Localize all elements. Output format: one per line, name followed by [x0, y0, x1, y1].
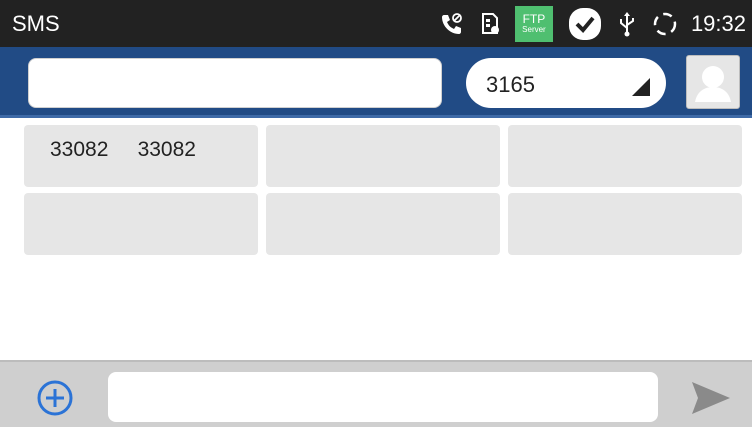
call-forward-icon	[439, 11, 465, 37]
status-bar: SMS FTP Server 19:32	[0, 0, 752, 47]
send-icon	[692, 382, 730, 414]
status-time: 19:32	[690, 10, 746, 36]
account-select[interactable]: 3165	[466, 58, 666, 108]
suggestion-cell[interactable]	[24, 193, 258, 255]
status-icons: FTP Server 19:32	[425, 0, 746, 47]
suggestion-cell[interactable]	[266, 193, 500, 255]
suggestion-text: 33082 33082	[50, 138, 196, 161]
compose-bar	[0, 360, 752, 427]
sim-card-icon	[479, 11, 501, 37]
contact-icon	[695, 66, 731, 102]
send-button[interactable]	[690, 378, 732, 418]
status-title: SMS	[12, 11, 60, 36]
ftp-label: FTP	[522, 12, 546, 26]
contact-picker-button[interactable]	[686, 55, 740, 109]
recipient-input[interactable]	[28, 58, 442, 108]
usb-icon	[617, 10, 637, 38]
add-circle-icon	[37, 380, 73, 416]
sync-icon	[651, 10, 679, 38]
suggestion-cell[interactable]	[508, 125, 742, 187]
recipient-toolbar: 3165	[0, 47, 752, 118]
suggestion-cell[interactable]: 33082 33082	[24, 125, 258, 187]
message-input[interactable]	[108, 372, 658, 422]
ftp-sub-label: Server	[522, 25, 546, 34]
check-icon	[567, 6, 603, 42]
ftp-server-icon: FTP Server	[514, 5, 553, 42]
suggestion-cell[interactable]	[508, 193, 742, 255]
add-attachment-button[interactable]	[36, 379, 74, 417]
suggestion-cell[interactable]	[266, 125, 500, 187]
account-selected-value: 3165	[486, 72, 535, 97]
dropdown-arrow-icon	[632, 78, 650, 96]
